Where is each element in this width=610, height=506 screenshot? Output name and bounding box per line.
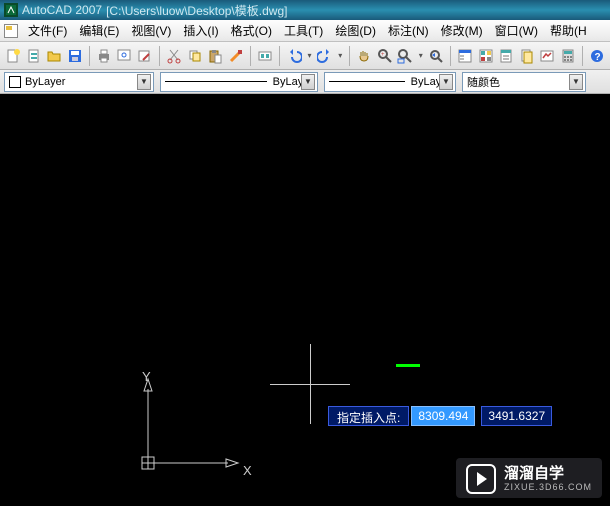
markup-button[interactable] [538,45,556,67]
svg-text:+: + [381,52,385,58]
wizard-button[interactable] [24,45,42,67]
menu-bar: 文件(F) 编辑(E) 视图(V) 插入(I) 格式(O) 工具(T) 绘图(D… [0,20,610,42]
toolbar-properties: ByLayer ▼ ByLayer ▼ ByLayer ▼ 随颜色 ▼ [0,70,610,94]
toolbar-separator [159,46,160,66]
app-icon [4,3,18,17]
menu-view[interactable]: 视图(V) [125,20,177,41]
dynamic-input-prompt: 指定插入点: [328,406,409,426]
dynamic-input-y[interactable]: 3491.6327 [481,406,552,426]
toolbar-separator [450,46,451,66]
toolbar-separator [89,46,90,66]
print-button[interactable] [95,45,113,67]
match-props-button[interactable] [226,45,244,67]
watermark-title: 溜溜自学 [504,466,592,483]
tool-palette-button[interactable] [497,45,515,67]
sheet-set-button[interactable] [518,45,536,67]
toolbar-standard: ▾ ▾ + ▾ ? [0,42,610,70]
redo-dropdown[interactable]: ▾ [336,45,344,67]
toolbar-separator [582,46,583,66]
linetype-sample [165,81,267,82]
zoom-previous-button[interactable] [427,45,445,67]
design-center-button[interactable] [477,45,495,67]
menu-format[interactable]: 格式(O) [225,20,278,41]
lineweight-sample [329,81,405,82]
block-editor-button[interactable] [256,45,274,67]
svg-text:?: ? [594,52,600,63]
watermark: 溜溜自学 ZIXUE.3D66.COM [456,458,602,498]
undo-button[interactable] [285,45,303,67]
drawn-entity [396,364,420,367]
plotstyle-combo[interactable]: 随颜色 ▼ [462,72,586,92]
document-icon [4,24,18,38]
help-button[interactable]: ? [588,45,606,67]
chevron-down-icon: ▼ [137,74,151,90]
doc-path: [C:\Users\luow\Desktop\模板.dwg] [106,2,287,19]
paste-button[interactable] [206,45,224,67]
cut-button[interactable] [165,45,183,67]
color-combo[interactable]: ByLayer ▼ [4,72,154,92]
new-button[interactable] [4,45,22,67]
drawing-canvas[interactable]: Y X 指定插入点: 8309.494 3491.6327 溜溜自学 ZIXUE… [0,94,610,506]
app-title: AutoCAD 2007 [22,3,102,17]
chevron-down-icon: ▼ [439,74,453,90]
menu-modify[interactable]: 修改(M) [435,20,489,41]
menu-annotate[interactable]: 标注(N) [382,20,435,41]
play-icon [466,464,496,494]
chevron-down-icon: ▼ [301,74,315,90]
plotstyle-combo-label: 随颜色 [467,74,500,90]
color-swatch [9,76,21,88]
dynamic-input: 指定插入点: 8309.494 3491.6327 [328,406,552,426]
title-bar: AutoCAD 2007 [C:\Users\luow\Desktop\模板.d… [0,0,610,20]
zoom-realtime-button[interactable]: + [376,45,394,67]
ucs-icon [130,371,250,481]
ucs-x-label: X [243,463,252,478]
menu-insert[interactable]: 插入(I) [177,20,224,41]
pan-button[interactable] [355,45,373,67]
properties-button[interactable] [456,45,474,67]
menu-tools[interactable]: 工具(T) [278,20,329,41]
menu-help[interactable]: 帮助(H [544,20,593,41]
open-button[interactable] [45,45,63,67]
plot-preview-button[interactable] [115,45,133,67]
dynamic-input-x[interactable]: 8309.494 [411,406,475,426]
zoom-dropdown[interactable]: ▾ [417,45,425,67]
toolbar-separator [349,46,350,66]
menu-window[interactable]: 窗口(W) [489,20,544,41]
toolbar-separator [250,46,251,66]
publish-button[interactable] [136,45,154,67]
redo-button[interactable] [316,45,334,67]
ucs-y-label: Y [142,369,151,384]
watermark-url: ZIXUE.3D66.COM [504,482,592,492]
undo-dropdown[interactable]: ▾ [305,45,313,67]
menu-edit[interactable]: 编辑(E) [73,20,125,41]
toolbar-separator [279,46,280,66]
menu-file[interactable]: 文件(F) [22,20,73,41]
menu-draw[interactable]: 绘图(D) [329,20,382,41]
chevron-down-icon: ▼ [569,74,583,90]
copy-button[interactable] [185,45,203,67]
calculator-button[interactable] [558,45,576,67]
zoom-window-button[interactable] [396,45,414,67]
save-button[interactable] [65,45,83,67]
lineweight-combo[interactable]: ByLayer ▼ [324,72,456,92]
color-combo-label: ByLayer [25,76,65,88]
linetype-combo[interactable]: ByLayer ▼ [160,72,318,92]
